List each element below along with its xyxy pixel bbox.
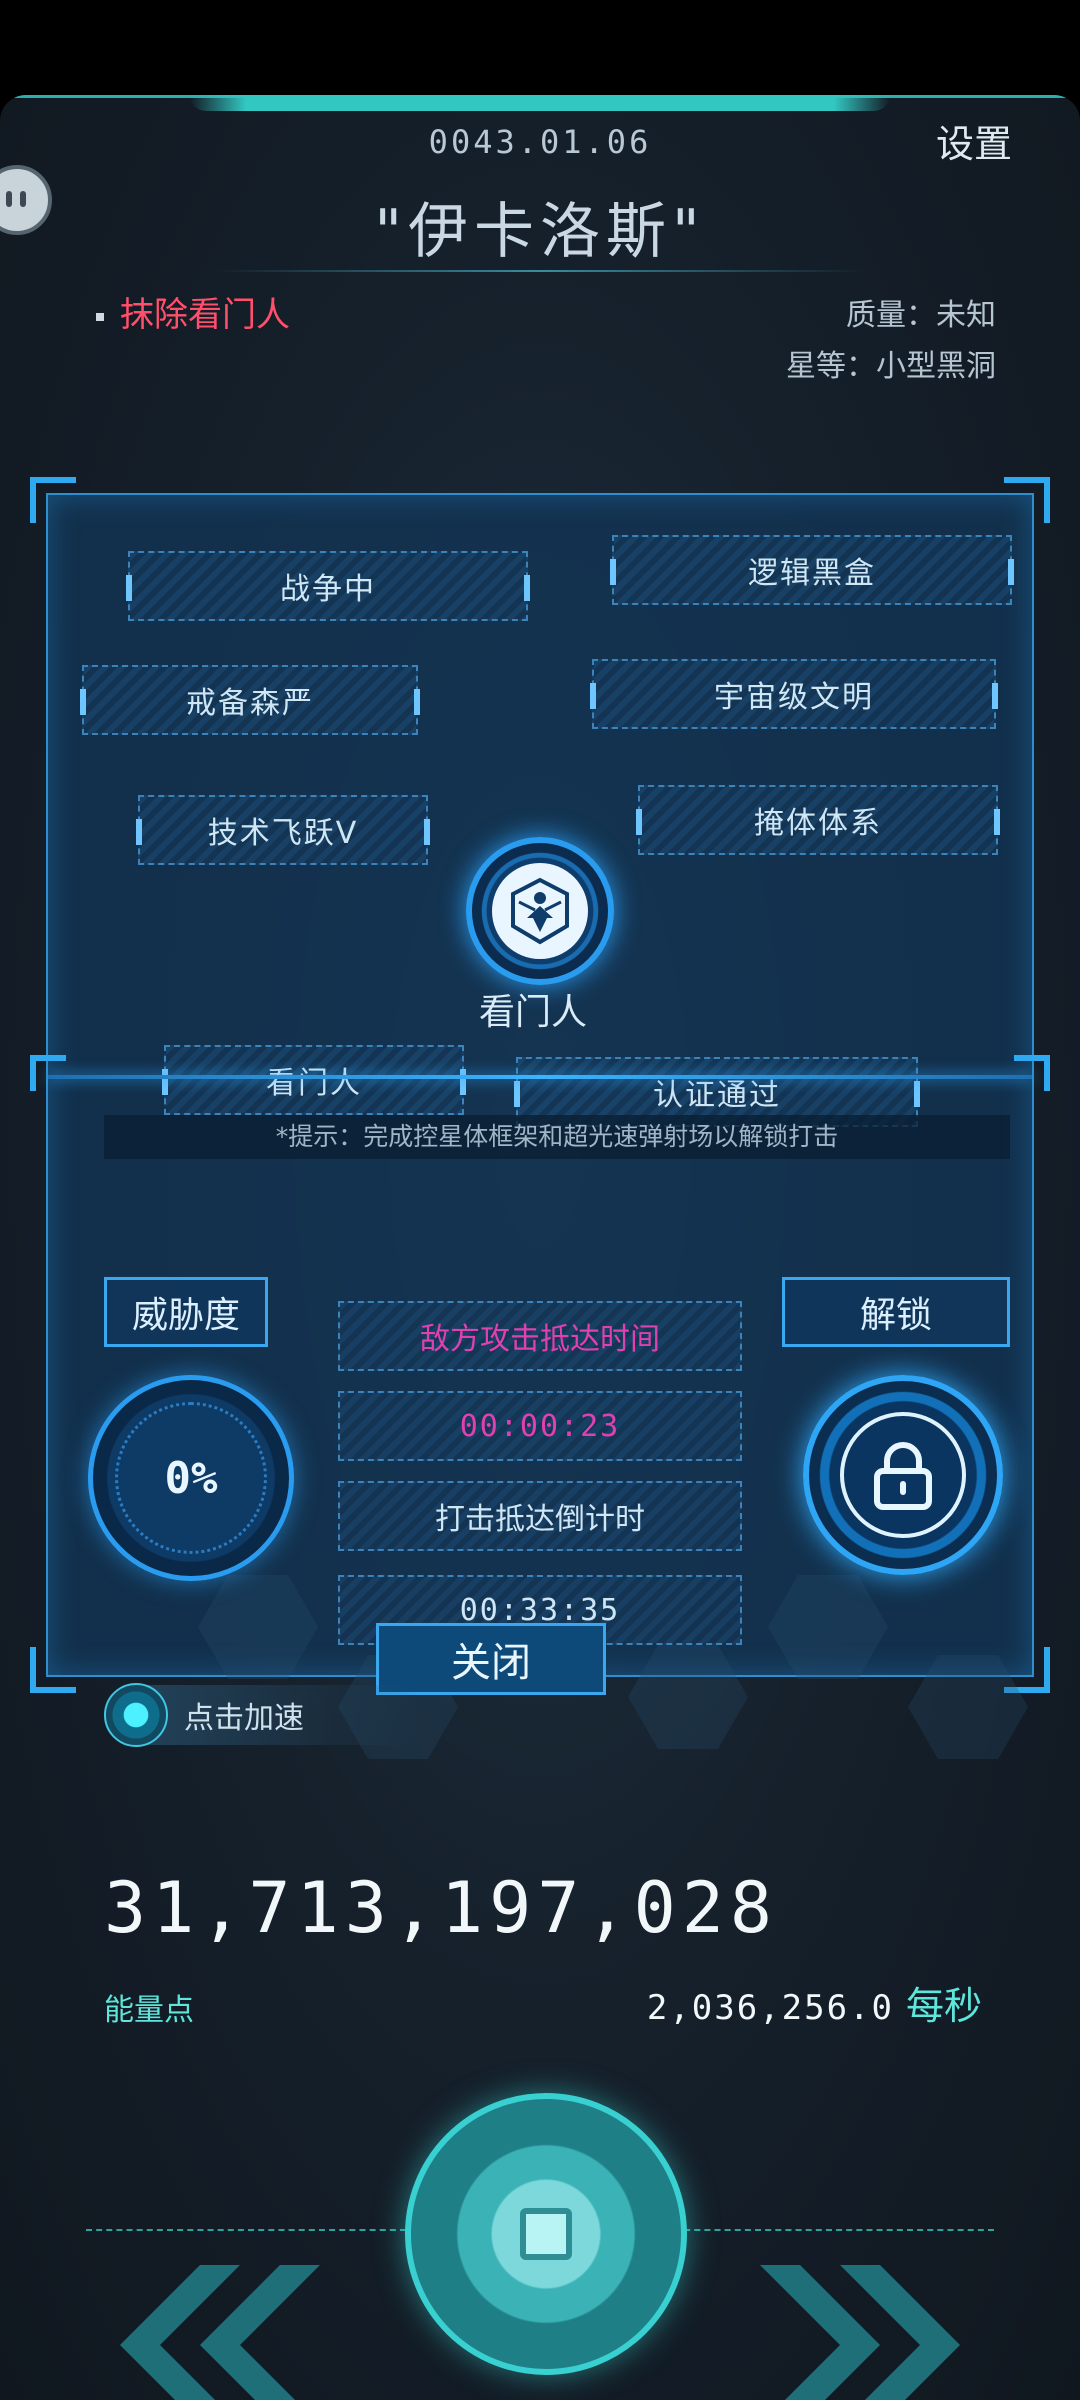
enemy-attack-label: 敌方攻击抵达时间 [338,1301,742,1371]
prev-arrow-icon[interactable] [100,2265,320,2400]
tag-logic-blackbox: 逻辑黑盒 [610,535,1014,605]
energy-rate-value: 2,036,256.0 [646,1988,894,2028]
speed-up-label: 点击加速 [184,1701,304,1736]
energy-total: 31,713,197,028 [104,1867,779,1949]
energy-rate-unit: 每秒 [905,1984,982,2028]
panel-corner [30,1055,66,1091]
lock-icon [874,1442,932,1510]
panel-divider [48,1075,1032,1079]
enemy-attack-time: 00:00:23 [338,1391,742,1461]
bullet-icon [96,312,104,321]
target-grade: 星等：小型黑洞 [786,349,996,384]
energy-rate: 2,036,256.0 每秒 [647,1975,982,2030]
stop-icon [520,2208,572,2260]
threat-gauge: 0% [88,1375,294,1581]
panel-corner [30,1647,76,1693]
speed-up-button[interactable]: 点击加速 [104,1683,424,1747]
tag-at-war: 战争中 [126,551,530,621]
tag-tech-leap: 技术飞跃V [136,795,430,865]
tag-bunker-system: 掩体体系 [636,785,1000,855]
threat-value: 0% [164,1452,218,1504]
mission-objective: 抹除看门人 [96,287,290,336]
dash-divider [86,2229,406,2231]
hex-decoration [198,1575,318,1679]
strike-countdown-label: 打击抵达倒计时 [338,1481,742,1551]
panel-corner [1004,477,1050,523]
gatekeeper-emblem-icon [466,837,614,985]
speed-up-icon [104,1683,168,1747]
bird-crest-icon [511,877,569,945]
close-button[interactable]: 关闭 [376,1623,606,1695]
lock-button[interactable] [803,1375,1003,1575]
game-screen: 0043.01.06 设置 "伊卡洛斯" 抹除看门人 质量：未知 星等：小型黑洞… [0,95,1080,2400]
target-info-panel: 战争中 逻辑黑盒 戒备森严 宇宙级文明 技术飞跃V 掩体体系 看门人 认证通过 … [30,477,1050,1759]
settings-button[interactable]: 设置 [936,113,1012,168]
main-action-button[interactable] [405,2093,687,2375]
hex-decoration [628,1645,748,1749]
panel-corner [30,477,76,523]
unlock-button[interactable]: 解锁 [782,1277,1010,1347]
title-underline [215,270,865,272]
threat-label: 威胁度 [104,1277,268,1347]
tag-cosmic-civilization: 宇宙级文明 [590,659,998,729]
game-date: 0043.01.06 [428,123,652,161]
mission-text: 抹除看门人 [120,295,290,335]
hint-text: *提示：完成控星体框架和超光速弹射场以解锁打击 [104,1115,1010,1159]
energy-label: 能量点 [104,1993,194,2028]
panel-corner [1014,1055,1050,1091]
gatekeeper-label: 看门人 [478,992,587,1033]
hex-decoration [768,1575,888,1679]
target-quality: 质量：未知 [846,298,996,333]
tag-gatekeeper: 看门人 [162,1045,466,1115]
tag-heavily-guarded: 戒备森严 [80,665,420,735]
top-bar-accent [190,95,890,111]
dash-divider [674,2229,994,2231]
target-title: "伊卡洛斯" [374,197,706,267]
next-arrow-icon[interactable] [760,2265,980,2400]
